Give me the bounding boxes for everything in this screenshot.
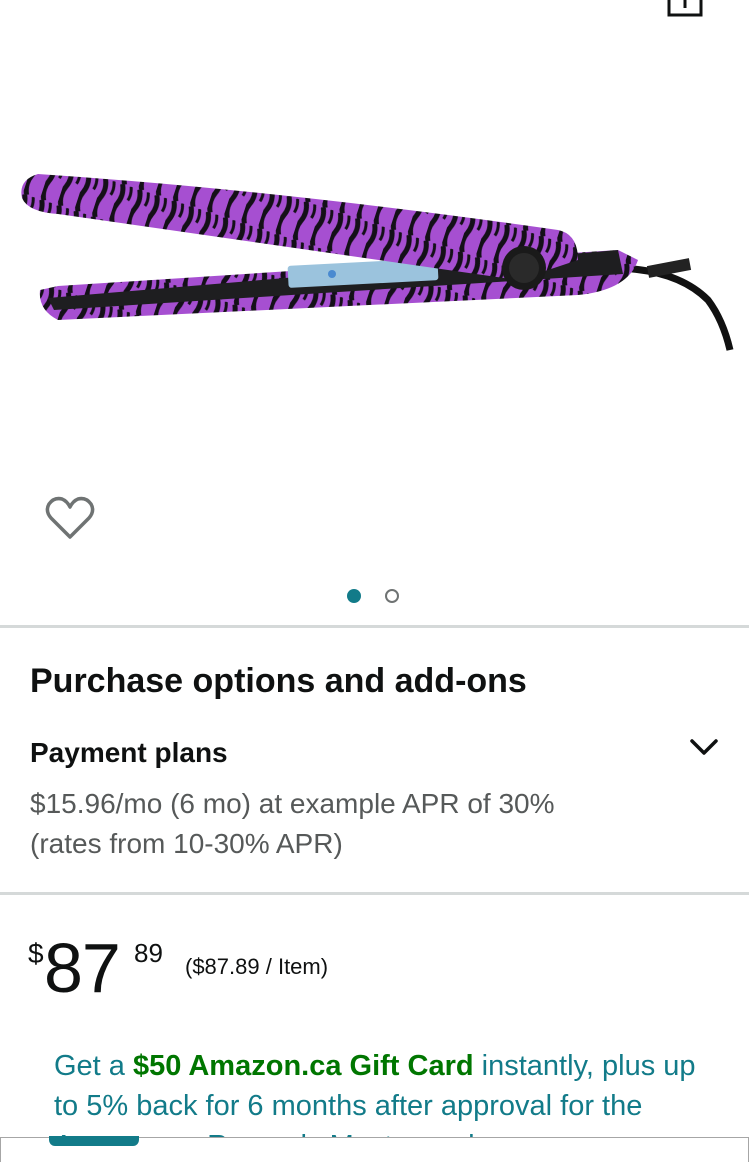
price-fraction: 89 bbox=[134, 938, 163, 968]
payment-plans-description: $15.96/mo (6 mo) at example APR of 30% (… bbox=[30, 788, 555, 859]
unit-price: ($87.89 / Item) bbox=[185, 954, 329, 979]
chevron-down-icon[interactable] bbox=[688, 735, 720, 759]
section-divider bbox=[0, 625, 749, 628]
price-whole: 87 bbox=[44, 929, 121, 1007]
price-symbol: $ bbox=[28, 938, 44, 969]
promo-highlight: $50 Amazon.ca Gift Card bbox=[133, 1050, 474, 1082]
heart-icon[interactable] bbox=[45, 495, 95, 541]
carousel-dot-2[interactable] bbox=[385, 589, 399, 603]
carousel-dot-1[interactable] bbox=[347, 589, 361, 603]
product-image[interactable] bbox=[18, 150, 734, 360]
section-divider bbox=[0, 892, 749, 895]
bottom-sheet-tab[interactable] bbox=[49, 1136, 139, 1146]
carousel-dots bbox=[0, 588, 749, 608]
bottom-sheet bbox=[0, 1136, 749, 1162]
image-gallery bbox=[0, 0, 749, 625]
payment-plans-label[interactable]: Payment plans bbox=[30, 737, 228, 769]
promo-prefix: Get a bbox=[54, 1050, 133, 1082]
share-icon[interactable] bbox=[666, 0, 704, 18]
purchase-options-title: Purchase options and add-ons bbox=[30, 662, 527, 700]
